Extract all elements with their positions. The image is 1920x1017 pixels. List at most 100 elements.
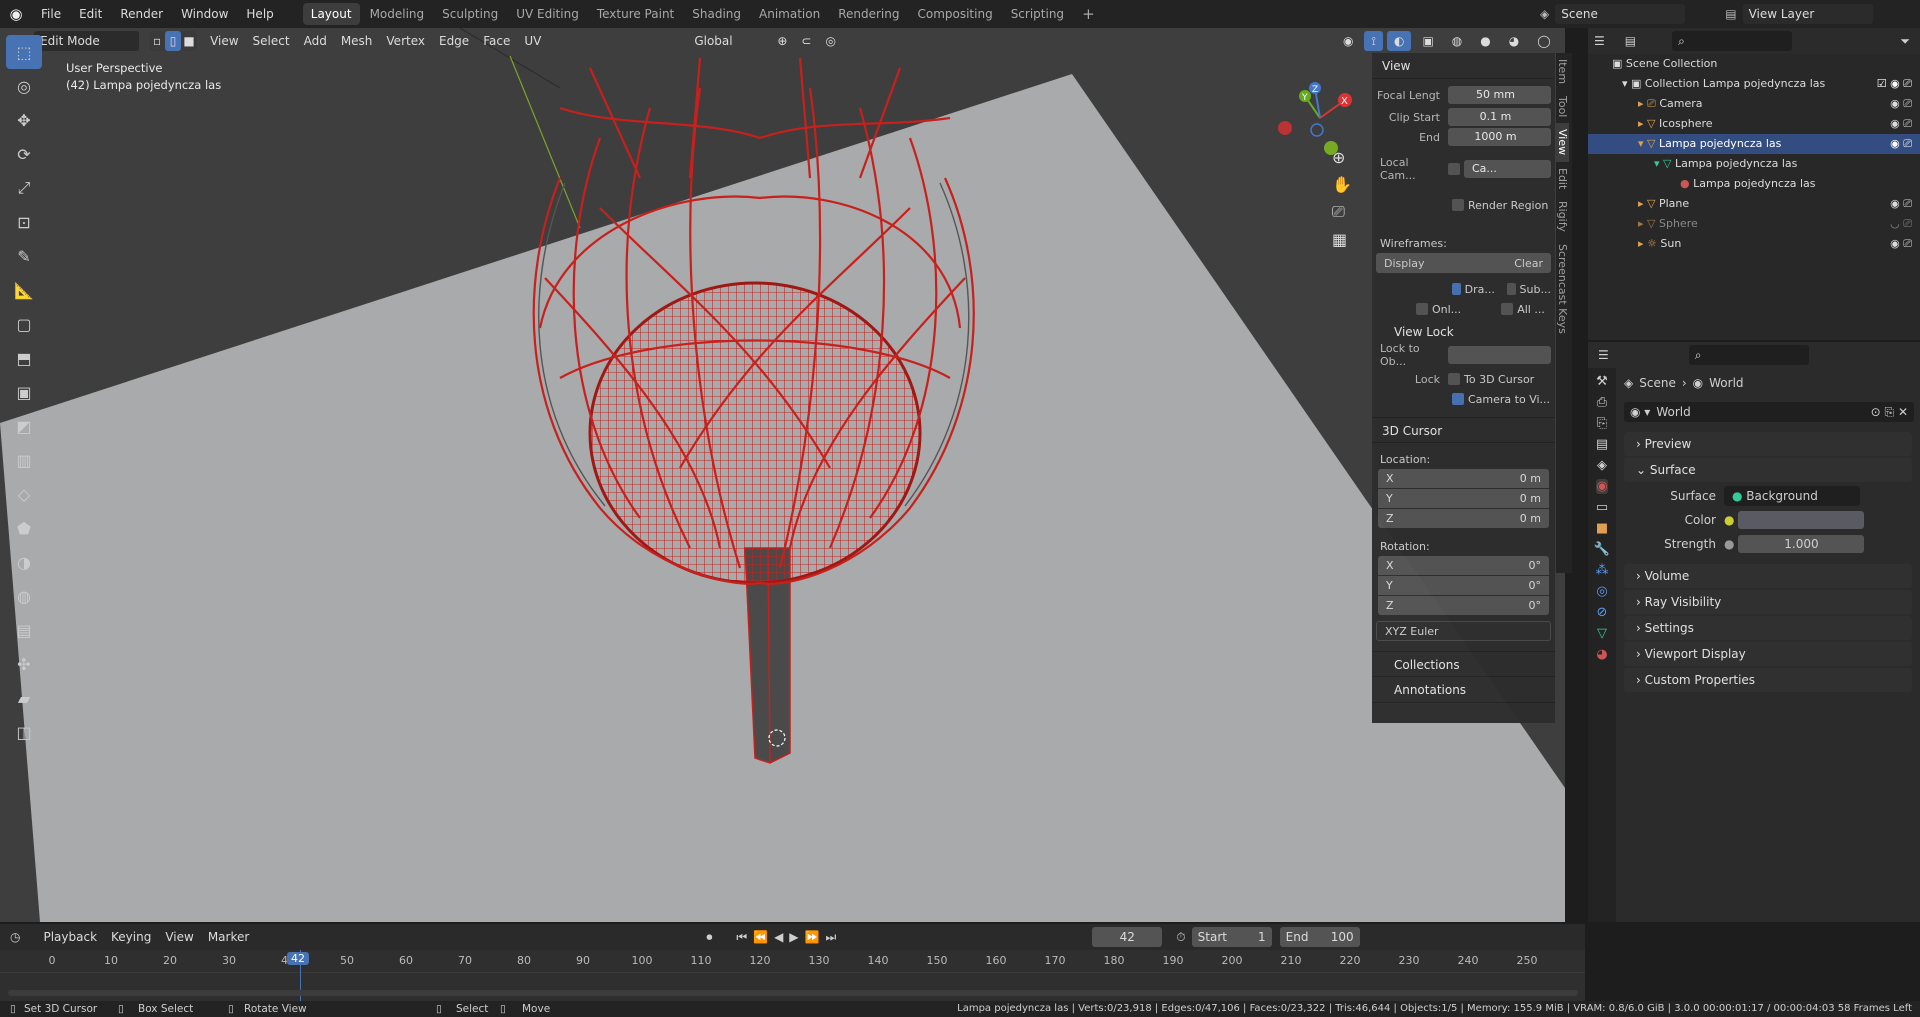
timeline-editor-icon[interactable]: ◷ — [10, 930, 20, 944]
poly-build-icon[interactable]: ⬟ — [6, 511, 42, 545]
camera-to-view-checkbox[interactable] — [1452, 393, 1464, 405]
collections-panel-header[interactable]: Collections — [1372, 651, 1555, 677]
rotation-mode-select[interactable]: XYZ Euler — [1385, 625, 1439, 638]
bevel-icon[interactable]: ◩ — [6, 409, 42, 443]
outliner-row-icosphere[interactable]: ▸ ▽ Icosphere ◉ ⎚ — [1588, 114, 1920, 134]
only-checkbox[interactable] — [1416, 303, 1428, 315]
tool-tab-icon[interactable]: ⚒ — [1596, 374, 1608, 389]
header-menu-view[interactable]: View — [203, 31, 245, 51]
extrude-icon[interactable]: ⬒ — [6, 341, 42, 375]
panel-viewport-display[interactable]: › Viewport Display — [1624, 642, 1912, 666]
outliner-row-lampa[interactable]: ▾ ▽ Lampa pojedyncza las ◉ ⎚ — [1588, 134, 1920, 154]
all-checkbox[interactable] — [1501, 303, 1514, 315]
cursor-panel-header[interactable]: 3D Cursor — [1372, 417, 1555, 443]
tab-view[interactable]: View — [1556, 123, 1569, 162]
cursor-rot-y[interactable]: 0° — [1393, 579, 1542, 592]
panel-settings[interactable]: › Settings — [1624, 616, 1912, 640]
add-workspace-button[interactable]: + — [1074, 3, 1103, 25]
measure-icon[interactable]: 📐 — [6, 273, 42, 307]
collection-visibility-icon[interactable]: ☑ ◉ ⎚ — [1877, 74, 1912, 94]
render-region-checkbox[interactable] — [1452, 199, 1464, 211]
marker-menu[interactable]: Marker — [201, 927, 256, 947]
panel-volume[interactable]: › Volume — [1624, 564, 1912, 588]
smooth-icon[interactable]: ◍ — [6, 579, 42, 613]
visibility-icon[interactable]: ◉ — [1336, 31, 1360, 51]
header-menu-mesh[interactable]: Mesh — [334, 31, 380, 51]
tab-screencast-keys[interactable]: Screencast Keys — [1556, 238, 1569, 340]
cursor-rot-z[interactable]: 0° — [1394, 599, 1542, 612]
timeline-ruler[interactable]: 0 10 20 30 40 50 60 70 80 90 100 110 120… — [0, 950, 1585, 1001]
tab-tool[interactable]: Tool — [1556, 90, 1569, 123]
plane-visibility-icon[interactable]: ◉ ⎚ — [1890, 194, 1912, 214]
edge-slide-icon[interactable]: ▤ — [6, 613, 42, 647]
timeline-scrollbar[interactable] — [8, 990, 1578, 996]
shading-material-icon[interactable]: ◕ — [1502, 31, 1526, 51]
tab-rigify[interactable]: Rigify — [1556, 195, 1569, 238]
draw-checkbox[interactable] — [1452, 283, 1461, 295]
tab-texture-paint[interactable]: Texture Paint — [589, 3, 682, 25]
3d-viewport[interactable]: ⊞ Edit Mode ▫ ▯ ■ View Select Add Mesh V… — [0, 28, 1565, 922]
sub-checkbox[interactable] — [1506, 283, 1516, 295]
mode-selector[interactable]: Edit Mode — [34, 31, 140, 51]
ortho-grid-icon[interactable]: ▦ — [1332, 230, 1352, 249]
menu-file[interactable]: File — [32, 0, 70, 28]
playback-menu[interactable]: Playback — [36, 927, 104, 947]
camera-visibility-icon[interactable]: ◉ ⎚ — [1890, 94, 1912, 114]
end-frame-field[interactable]: End 100 — [1279, 927, 1360, 947]
output-tab-icon[interactable]: ⎘ — [1597, 416, 1607, 431]
rotate-icon[interactable]: ⟳ — [6, 137, 42, 171]
header-menu-add[interactable]: Add — [297, 31, 334, 51]
clip-start-field[interactable]: 0.1 m — [1448, 108, 1551, 126]
menu-help[interactable]: Help — [237, 0, 282, 28]
tab-animation[interactable]: Animation — [751, 3, 828, 25]
panel-surface[interactable]: ⌄ Surface — [1624, 458, 1912, 482]
cursor-loc-x[interactable]: 0 m — [1394, 472, 1541, 485]
focal-length-field[interactable]: 50 mm — [1448, 86, 1551, 104]
datablock-actions-icon[interactable]: ⊙ ⎘ ✕ — [1871, 405, 1908, 420]
clip-end-field[interactable]: 1000 m — [1448, 128, 1551, 146]
local-camera-field[interactable]: Ca... — [1464, 160, 1551, 178]
icosphere-visibility-icon[interactable]: ◉ ⎚ — [1890, 114, 1912, 134]
filter-icon[interactable]: ⏷ — [1900, 34, 1910, 49]
gizmo-icon[interactable]: ⟟ — [1364, 31, 1383, 51]
local-camera-checkbox[interactable] — [1448, 163, 1460, 175]
tab-item[interactable]: Item — [1556, 53, 1569, 90]
loop-cut-icon[interactable]: ▥ — [6, 443, 42, 477]
select-box-icon[interactable]: ⬚ — [6, 35, 42, 69]
shading-wireframe-icon[interactable]: ◍ — [1445, 31, 1469, 51]
outliner-row-lampa-mesh[interactable]: ▾ ▽ Lampa pojedyncza las — [1588, 154, 1920, 174]
outliner-row-sun[interactable]: ▸ ☼ Sun ◉ ⎚ — [1588, 234, 1920, 254]
add-cube-icon[interactable]: ▢ — [6, 307, 42, 341]
outliner-row-scene-collection[interactable]: ▣ Scene Collection — [1588, 54, 1920, 74]
zoom-icon[interactable]: ⊕ — [1332, 148, 1352, 167]
header-menu-uv[interactable]: UV — [517, 31, 548, 51]
current-frame-field[interactable]: 42 — [1092, 927, 1163, 947]
xray-icon[interactable]: ▣ — [1415, 31, 1440, 51]
outliner-row-plane[interactable]: ▸ ▽ Plane ◉ ⎚ — [1588, 194, 1920, 214]
lock-cursor-checkbox[interactable] — [1448, 373, 1460, 385]
tab-uv-editing[interactable]: UV Editing — [508, 3, 587, 25]
annotations-panel-header[interactable]: Annotations — [1372, 677, 1555, 703]
view-layer-selector[interactable]: View Layer — [1742, 4, 1873, 24]
panel-ray-visibility[interactable]: › Ray Visibility — [1624, 590, 1912, 614]
orientation-selector[interactable]: Global — [688, 31, 758, 51]
record-icon[interactable]: ⏺ — [706, 930, 712, 945]
view-panel-header[interactable]: View — [1372, 53, 1555, 79]
scale-icon[interactable]: ⤢ — [6, 171, 42, 205]
display-button[interactable]: Display — [1384, 257, 1425, 270]
cursor-rot-x[interactable]: 0° — [1394, 559, 1542, 572]
scene-selector[interactable]: Scene — [1555, 4, 1686, 24]
tab-sculpting[interactable]: Sculpting — [434, 3, 506, 25]
overlay-icon[interactable]: ◐ — [1386, 31, 1412, 51]
playhead-marker[interactable]: 42 — [287, 952, 309, 965]
header-menu-vertex[interactable]: Vertex — [379, 31, 432, 51]
timeline-view-menu[interactable]: View — [158, 927, 200, 947]
inset-icon[interactable]: ▣ — [6, 375, 42, 409]
header-menu-face[interactable]: Face — [476, 31, 517, 51]
face-select-icon[interactable]: ■ — [181, 31, 198, 51]
proportional-edit-icon[interactable]: ◎ — [818, 31, 842, 51]
outliner-row-lampa-material[interactable]: ● Lampa pojedyncza las — [1588, 174, 1920, 194]
menu-window[interactable]: Window — [172, 0, 237, 28]
clear-button[interactable]: Clear — [1514, 257, 1543, 270]
keying-menu[interactable]: Keying — [104, 927, 158, 947]
